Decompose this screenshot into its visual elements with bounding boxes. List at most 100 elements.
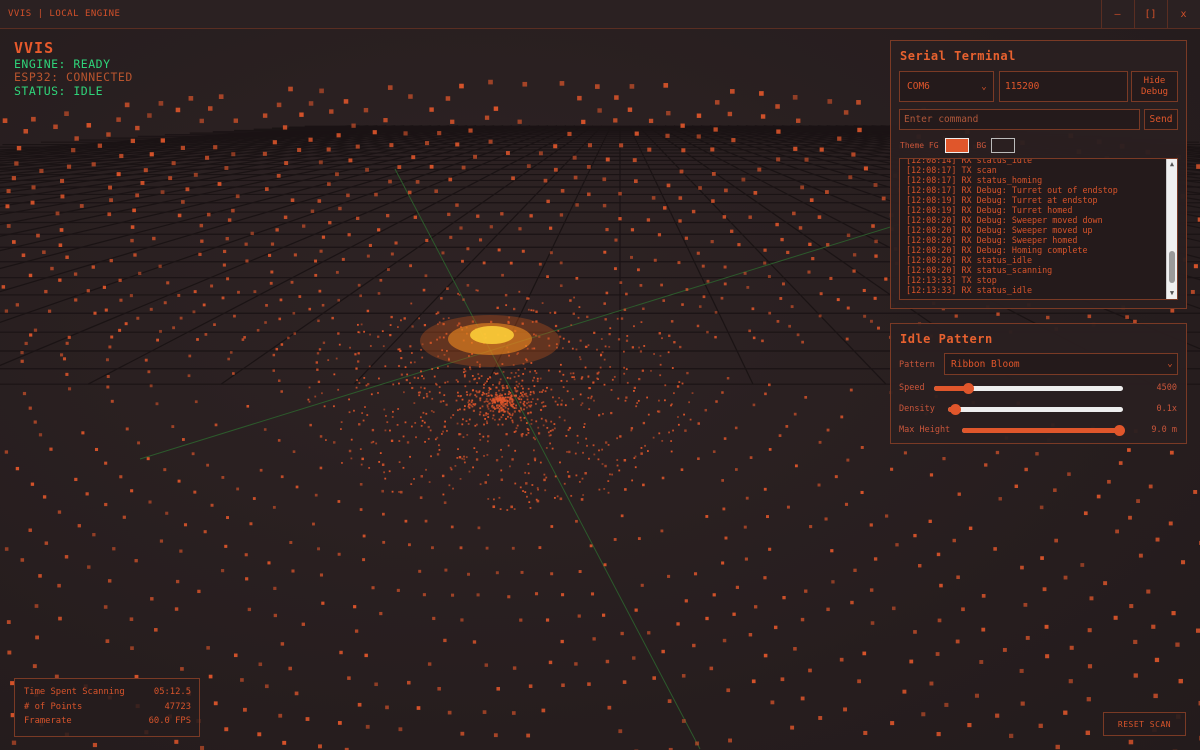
point <box>470 401 473 404</box>
hide-debug-button[interactable]: Hide Debug <box>1131 71 1178 102</box>
max-height-slider-knob[interactable] <box>1114 425 1125 436</box>
point <box>640 583 644 587</box>
point <box>760 114 766 119</box>
point <box>891 606 896 611</box>
point <box>852 269 856 273</box>
point <box>179 316 183 320</box>
density-slider-knob[interactable] <box>950 404 961 415</box>
point <box>501 407 503 410</box>
point <box>319 249 323 253</box>
command-input[interactable]: Enter command <box>899 109 1140 130</box>
point <box>726 376 730 380</box>
point <box>199 118 204 124</box>
point <box>697 457 700 461</box>
point <box>322 341 326 344</box>
reset-scan-button[interactable]: RESET SCAN <box>1103 712 1186 736</box>
serial-log[interactable]: [12:08:14] RX status_idle [12:08:17] TX s… <box>899 158 1178 300</box>
point <box>423 387 426 390</box>
point <box>967 723 972 728</box>
com-port-value: COM6 <box>907 81 930 92</box>
point <box>409 382 411 384</box>
scroll-down-icon[interactable]: ▼ <box>1167 288 1177 299</box>
point <box>574 452 577 455</box>
point <box>360 463 363 466</box>
point <box>1087 314 1092 319</box>
point <box>158 264 162 268</box>
point <box>467 401 470 404</box>
point <box>678 196 683 200</box>
pattern-select[interactable]: Ribbon Bloom ⌄ <box>944 353 1178 375</box>
point <box>850 600 854 605</box>
point <box>319 88 324 94</box>
point <box>748 633 753 637</box>
point <box>463 455 465 458</box>
minimize-button[interactable]: – <box>1101 0 1133 29</box>
point <box>488 386 491 389</box>
point <box>804 589 808 593</box>
point <box>457 395 460 397</box>
point <box>506 396 509 399</box>
point <box>955 639 960 644</box>
density-slider[interactable] <box>948 404 1123 415</box>
bg-color-swatch[interactable] <box>991 137 1016 153</box>
point <box>321 392 323 395</box>
log-line: [12:08:19] RX Debug: Turret homed <box>906 205 1073 215</box>
close-button[interactable]: x <box>1167 0 1199 29</box>
point <box>104 502 108 507</box>
fg-color-swatch[interactable] <box>944 137 969 153</box>
point <box>434 189 438 193</box>
point <box>513 394 516 397</box>
point <box>268 253 272 257</box>
point <box>527 412 529 415</box>
point <box>961 607 965 612</box>
point <box>455 379 458 381</box>
point <box>579 358 582 361</box>
serial-terminal-panel: Serial Terminal COM6 ⌄ 115200 Hide Debug… <box>890 40 1187 309</box>
point <box>493 418 496 421</box>
point <box>613 118 618 123</box>
point <box>556 495 559 498</box>
point <box>638 346 640 349</box>
point <box>530 309 533 312</box>
point <box>262 151 267 156</box>
point <box>1044 624 1049 629</box>
point <box>1020 701 1025 706</box>
point <box>257 732 262 737</box>
point <box>1168 521 1173 526</box>
point <box>24 341 28 346</box>
point <box>130 238 134 243</box>
point <box>580 377 583 380</box>
point <box>956 575 960 580</box>
send-button[interactable]: Send <box>1144 109 1178 130</box>
com-port-select[interactable]: COM6 ⌄ <box>899 71 994 102</box>
point <box>64 555 69 559</box>
point <box>362 534 366 538</box>
point <box>506 386 509 389</box>
log-scrollbar[interactable]: ▲ ▼ <box>1166 159 1177 299</box>
point <box>544 405 547 408</box>
point <box>497 248 501 252</box>
scroll-up-icon[interactable]: ▲ <box>1167 159 1177 170</box>
point <box>631 479 634 482</box>
point <box>5 204 10 209</box>
hotspot-center <box>470 326 514 344</box>
point <box>425 468 427 471</box>
point <box>794 464 798 468</box>
point <box>594 84 600 89</box>
point <box>874 254 878 258</box>
point <box>450 119 455 124</box>
maximize-button[interactable]: [] <box>1134 0 1166 29</box>
speed-slider-knob[interactable] <box>963 383 975 394</box>
point <box>796 333 800 337</box>
point <box>620 631 624 636</box>
point <box>604 345 607 348</box>
point <box>302 224 306 228</box>
point <box>558 370 561 373</box>
speed-slider[interactable] <box>934 383 1123 394</box>
scroll-thumb[interactable] <box>1169 251 1175 283</box>
point <box>545 618 550 622</box>
max-height-slider[interactable] <box>962 425 1125 436</box>
point <box>213 701 218 706</box>
point <box>222 249 227 254</box>
baud-rate-input[interactable]: 115200 <box>999 71 1128 102</box>
